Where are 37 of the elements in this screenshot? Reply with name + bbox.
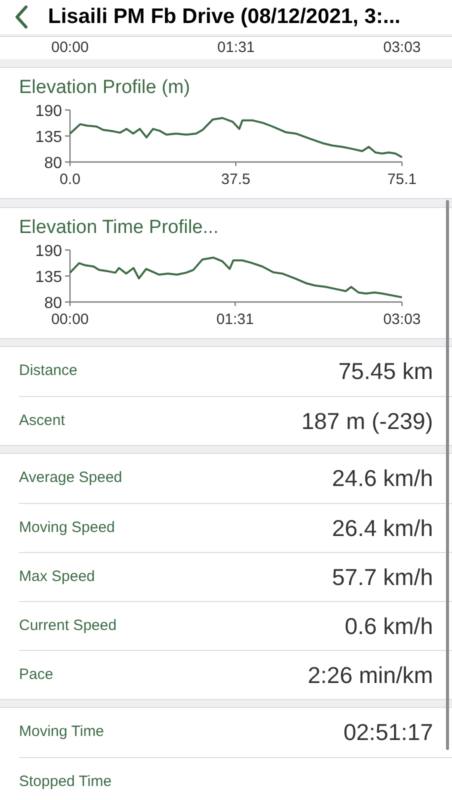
- tick-label: 01:31: [216, 311, 254, 328]
- stat-label: Current Speed: [19, 616, 117, 636]
- tick-label: 03:03: [383, 311, 421, 328]
- tick-label: 0.0: [60, 171, 80, 188]
- tick-label: 135: [35, 129, 62, 146]
- stat-value: 0.6 km/h: [344, 612, 433, 641]
- back-button[interactable]: [14, 5, 30, 29]
- chart-title: Elevation Time Profile...: [18, 216, 220, 240]
- stat-value: 2:26 min/km: [308, 660, 433, 690]
- tick-label: 190: [35, 103, 62, 120]
- stat-value: 57.7 km/h: [332, 562, 433, 592]
- chart-title: Elevation Profile (m): [18, 76, 192, 100]
- tick-label: 37.5: [221, 171, 250, 188]
- tick-label: 75.1: [387, 171, 417, 188]
- tick-label: 00:00: [51, 311, 89, 328]
- tick-label: 80: [44, 295, 62, 312]
- tick-label: 80: [44, 155, 62, 172]
- axis-label: 00:00: [51, 38, 89, 58]
- stat-label: Stopped Time: [19, 772, 112, 792]
- stat-label: Max Speed: [19, 566, 95, 587]
- stat-label: Distance: [19, 361, 78, 382]
- stat-label: Moving Time: [19, 722, 104, 742]
- axis-label: 01:31: [217, 38, 255, 58]
- stat-label: Average Speed: [19, 468, 122, 488]
- tick-label: 135: [35, 269, 62, 286]
- stat-value: 75.45 km: [338, 357, 433, 386]
- tick-label: 190: [35, 243, 62, 260]
- stat-value: 24.6 km/h: [332, 464, 433, 494]
- stat-label: Ascent: [19, 410, 65, 431]
- stat-value: 187 m (-239): [301, 406, 433, 436]
- axis-label: 03:03: [383, 38, 421, 58]
- chevron-left-icon: [14, 5, 28, 29]
- stat-label: Moving Speed: [19, 518, 115, 538]
- stat-value: 26.4 km/h: [332, 514, 433, 543]
- stat-value: 02:51:17: [343, 718, 433, 748]
- stat-label: Pace: [19, 664, 54, 685]
- screen-title: Lisaili PM Fb Drive (08/12/2021, 3:...: [48, 4, 400, 30]
